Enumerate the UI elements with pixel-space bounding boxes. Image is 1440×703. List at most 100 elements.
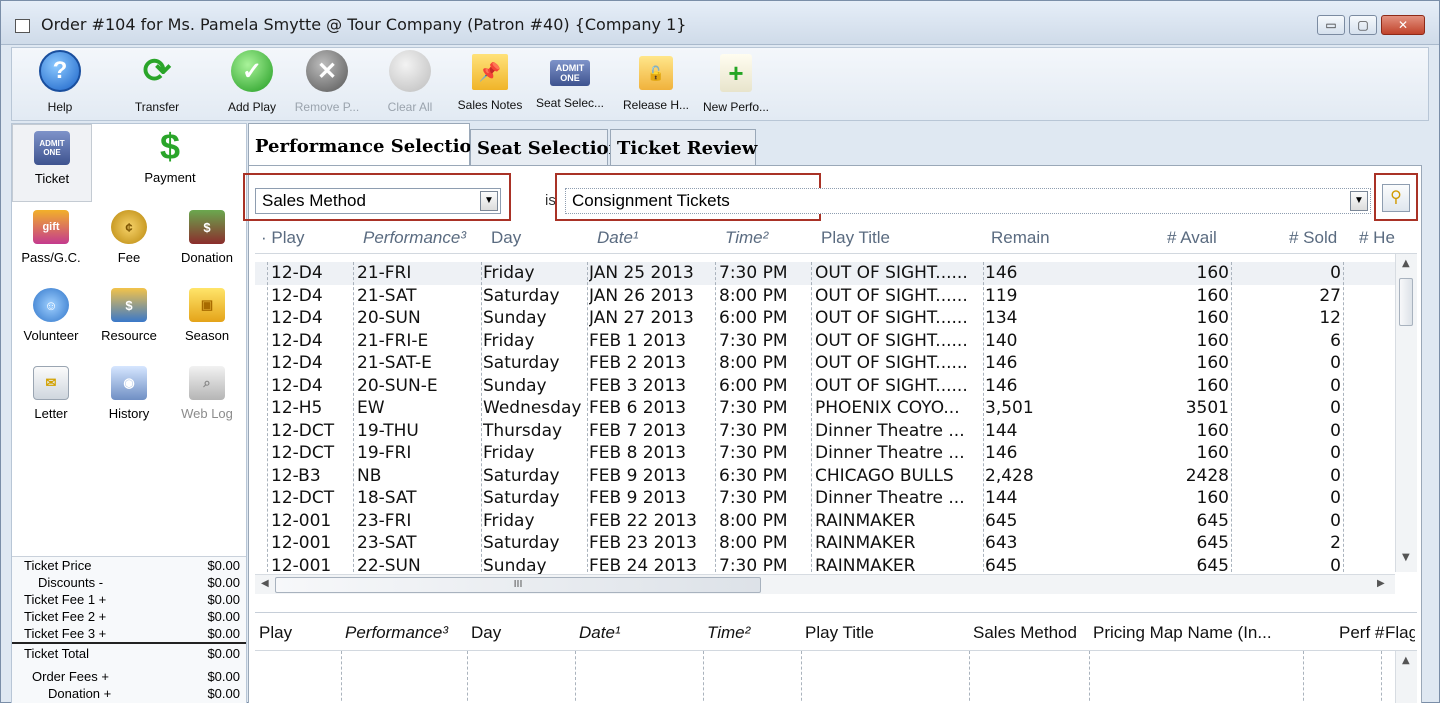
ticket-label: Ticket (34, 171, 70, 186)
remove-play-button[interactable]: ✕ Remove P... (292, 50, 362, 114)
column-header-time[interactable]: Time² (725, 228, 768, 248)
close-button[interactable]: ✕ (1381, 15, 1425, 35)
cell-time: 6:00 PM (719, 375, 788, 396)
table-row[interactable]: 12-D4 21-FRI Friday JAN 25 2013 7:30 PM OUT O… (255, 262, 1395, 285)
cell-play-title: OUT OF SIGHT...... (815, 375, 968, 396)
table-row[interactable]: 12-001 23-SAT Saturday FEB 23 2013 8:00 PM RA… (255, 532, 1395, 555)
column-header-date[interactable]: Date¹ (597, 228, 639, 248)
scroll-up-icon[interactable]: ▲ (1402, 655, 1410, 666)
column-divider (587, 262, 588, 577)
scroll-left-icon[interactable]: ◀ (261, 578, 269, 589)
scroll-thumb[interactable] (1399, 278, 1413, 326)
history-button[interactable]: ◉ History (90, 360, 168, 436)
search-button[interactable]: ⚲ (1382, 184, 1410, 212)
ticket-button[interactable]: ADMIT ONE Ticket (12, 124, 92, 202)
volunteer-button[interactable]: ☺ Volunteer (12, 282, 90, 358)
column-header-performance[interactable]: Performance³ (363, 228, 466, 248)
table-row[interactable]: 12-DCT 18-SAT Saturday FEB 9 2013 7:30 PM Din… (255, 487, 1395, 510)
filter-field-select[interactable]: Sales Method ▼ (255, 188, 501, 214)
transfer-button[interactable]: ⟳ Transfer (122, 50, 192, 114)
table-row[interactable]: 12-D4 21-SAT Saturday JAN 26 2013 8:00 PM OUT… (255, 285, 1395, 308)
tab-ticket-review[interactable]: Ticket Review (610, 129, 757, 165)
column-header-day[interactable]: Day (471, 623, 501, 643)
table-row[interactable]: 12-H5 EW Wednesday FEB 6 2013 7:30 PM PHOENIX… (255, 397, 1395, 420)
filter-value-text: Consignment Tickets (572, 191, 730, 210)
vertical-scrollbar[interactable]: ▲ (1395, 651, 1417, 703)
column-divider (1343, 262, 1344, 577)
total-row: Order Fees + $0.00 (32, 669, 240, 684)
scroll-thumb[interactable]: III (275, 577, 761, 593)
cell-remain: 134 (985, 308, 1018, 328)
total-row: Ticket Fee 1 + $0.00 (24, 592, 240, 607)
table-row[interactable]: 12-D4 20-SUN-E Sunday FEB 3 2013 6:00 PM OUT … (255, 375, 1395, 398)
fee-button[interactable]: ¢ Fee (90, 204, 168, 280)
chevron-down-icon[interactable]: ▼ (1350, 191, 1368, 211)
cell-date: FEB 6 2013 (589, 398, 687, 418)
table-row[interactable]: 12-DCT 19-THU Thursday FEB 7 2013 7:30 PM Din… (255, 420, 1395, 443)
cell-play-title: PHOENIX COYO... (815, 398, 960, 418)
checkmark-icon: ✓ (231, 50, 273, 92)
table-row[interactable]: 12-D4 20-SUN Sunday JAN 27 2013 6:00 PM OUT O… (255, 307, 1395, 330)
cell-sold: 6 (1330, 330, 1341, 351)
season-button[interactable]: ▣ Season (168, 282, 246, 358)
column-header-play[interactable]: Play (259, 623, 292, 643)
cell-day: Friday (483, 443, 535, 463)
letter-label: Letter (34, 406, 68, 421)
cell-performance: 21-FRI (357, 263, 412, 283)
add-play-button[interactable]: ✓ Add Play (222, 50, 282, 114)
seat-select-button[interactable]: ADMIT ONE Seat Selec... (532, 50, 608, 110)
column-header-time[interactable]: Time² (707, 623, 750, 643)
cell-remain: 146 (985, 375, 1018, 396)
release-hold-button[interactable]: 🔓 Release H... (618, 50, 694, 112)
cell-day: Wednesday (483, 398, 582, 418)
payment-button[interactable]: $ Payment (92, 124, 248, 202)
web-log-button[interactable]: ⌕ Web Log (168, 360, 246, 436)
table-row[interactable]: 12-001 23-FRI Friday FEB 22 2013 8:00 PM RAIN… (255, 510, 1395, 533)
column-header-sold[interactable]: # Sold (1289, 228, 1337, 248)
minimize-button[interactable]: ▭ (1317, 15, 1345, 35)
column-header-day[interactable]: Day (491, 228, 521, 248)
column-header-pricing-map[interactable]: Pricing Map Name (In... (1093, 623, 1272, 643)
column-header-performance[interactable]: Performance³ (345, 623, 448, 643)
pass-gc-button[interactable]: gift Pass/G.C. (12, 204, 90, 280)
cell-play: 12-DCT (271, 488, 335, 508)
scroll-up-icon[interactable]: ▲ (1402, 258, 1410, 269)
column-divider (1231, 262, 1232, 577)
tab-seat-selection[interactable]: Seat Selection (470, 129, 622, 165)
new-performance-button[interactable]: + New Perfo... (696, 50, 776, 114)
filter-value-select[interactable]: Consignment Tickets ▼ (565, 188, 1371, 214)
tab-performance-selection[interactable]: Performance Selection (248, 123, 485, 165)
cell-sold: 0 (1330, 443, 1341, 463)
clear-all-button[interactable]: Clear All (380, 50, 440, 114)
chevron-down-icon[interactable]: ▼ (480, 191, 498, 211)
column-header-held[interactable]: # Held (1359, 228, 1395, 248)
horizontal-scrollbar[interactable]: ◀ III ▶ (255, 574, 1395, 594)
column-header-remain[interactable]: Remain (991, 228, 1050, 248)
column-header-perf-number[interactable]: Perf # (1339, 623, 1384, 643)
table-row[interactable]: 12-D4 21-FRI-E Friday FEB 1 2013 7:30 PM OUT … (255, 330, 1395, 353)
vertical-scrollbar[interactable]: ▲ ▼ (1395, 254, 1417, 572)
resource-button[interactable]: $ Resource (90, 282, 168, 358)
cell-date: FEB 22 2013 (589, 510, 697, 531)
column-header-play[interactable]: · Play (261, 228, 304, 248)
cell-play: 12-DCT (271, 420, 335, 441)
maximize-button[interactable]: ▢ (1349, 15, 1377, 35)
cell-remain: 3,501 (985, 398, 1034, 418)
column-header-flag[interactable]: Flag (1385, 623, 1415, 643)
column-header-avail[interactable]: # Avail (1167, 228, 1217, 248)
column-header-play-title[interactable]: Play Title (805, 623, 874, 643)
table-row[interactable]: 12-B3 NB Saturday FEB 9 2013 6:30 PM CHICAGO … (255, 465, 1395, 488)
cell-time: 6:00 PM (719, 308, 788, 328)
cell-avail: 645 (1196, 533, 1229, 553)
column-header-date[interactable]: Date¹ (579, 623, 621, 643)
letter-button[interactable]: ✉ Letter (12, 360, 90, 436)
help-button[interactable]: ? Help (30, 50, 90, 114)
sales-notes-button[interactable]: 📌 Sales Notes (450, 50, 530, 112)
donation-button[interactable]: $ Donation (168, 204, 246, 280)
column-header-sales-method[interactable]: Sales Method (973, 623, 1077, 643)
scroll-down-icon[interactable]: ▼ (1402, 552, 1410, 563)
scroll-right-icon[interactable]: ▶ (1377, 578, 1385, 589)
column-header-play-title[interactable]: Play Title (821, 228, 890, 248)
table-row[interactable]: 12-D4 21-SAT-E Saturday FEB 2 2013 8:00 PM OU… (255, 352, 1395, 375)
table-row[interactable]: 12-DCT 19-FRI Friday FEB 8 2013 7:30 PM Dinne… (255, 442, 1395, 465)
